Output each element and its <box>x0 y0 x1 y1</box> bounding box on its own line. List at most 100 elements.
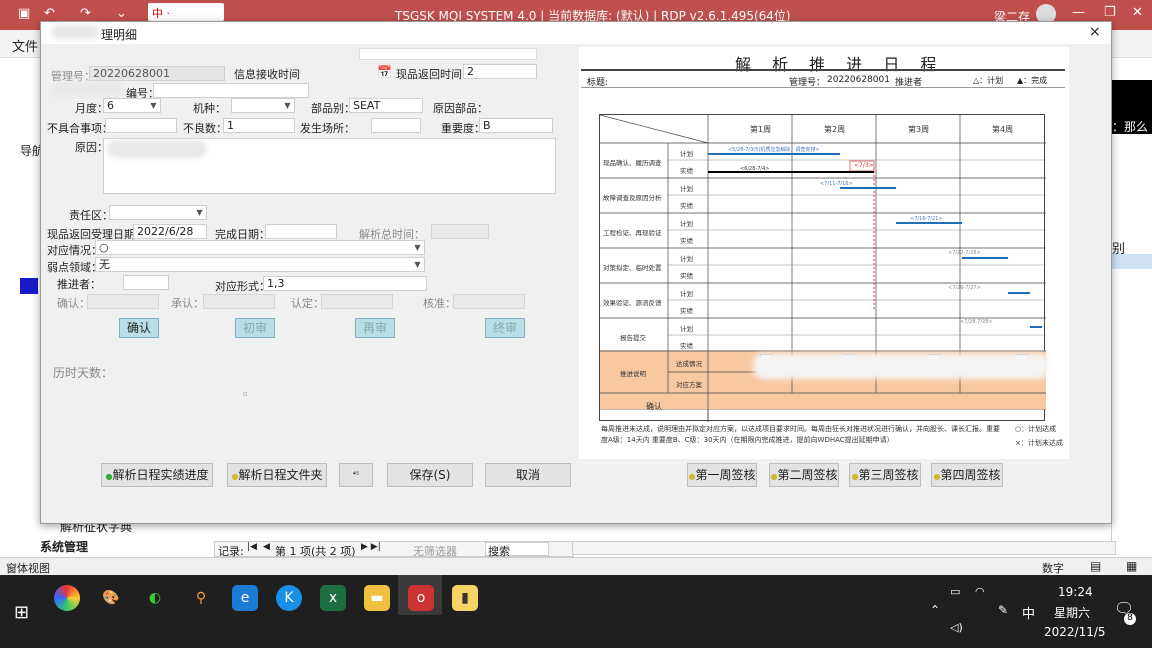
number-field[interactable] <box>153 83 309 98</box>
undo-icon[interactable]: ↶ <box>44 6 55 21</box>
response-select[interactable]: ○ ▼ <box>95 240 425 255</box>
close-icon[interactable]: ✕ <box>1132 5 1143 20</box>
days-label: 历时天数： <box>53 366 114 380</box>
response-form-field[interactable]: 1,3 <box>263 276 427 291</box>
notes-icon[interactable]: ▮ <box>452 585 478 611</box>
nonconform-field[interactable] <box>105 118 177 133</box>
horizontal-scrollbar[interactable] <box>572 541 1116 555</box>
edge-icon[interactable]: e <box>232 585 258 611</box>
certify-label: 认定： <box>291 297 324 310</box>
tray-expand-icon[interactable]: ⌃ <box>930 603 940 617</box>
plan-label-3: 计划 <box>680 220 693 228</box>
bar-label-3: <6/28-7/4> <box>740 166 770 172</box>
folder-icon[interactable]: ▬ <box>364 585 390 611</box>
restore-icon[interactable]: ❐ <box>1104 5 1116 20</box>
plan-label-5: 计划 <box>680 290 693 298</box>
location-field[interactable] <box>371 118 421 133</box>
chevron-down-icon[interactable]: ⌄ <box>116 6 127 21</box>
progress-button[interactable]: ●解析日程实绩进度 <box>101 463 213 487</box>
k-app-icon[interactable]: K <box>276 585 302 611</box>
actual-label-1: 实绩 <box>680 167 693 175</box>
chevron-down-icon[interactable]: ▼ <box>147 99 160 112</box>
excel-icon[interactable]: x <box>320 585 346 611</box>
tree-item-system[interactable]: 系统管理 <box>40 538 88 555</box>
start-icon[interactable]: ⊞ <box>14 602 29 623</box>
redacted-response <box>753 353 1049 379</box>
folder-button-label: 解析日程文件夹 <box>238 468 323 482</box>
analysis-time-field <box>431 224 489 239</box>
defect-count-label: 不良数： <box>183 122 227 135</box>
redacted-number <box>51 82 123 96</box>
access-icon[interactable]: o <box>408 585 434 611</box>
week2-signoff-button[interactable]: ●第二周签核 <box>769 463 839 487</box>
next-record-icon[interactable]: ▶ ▶| <box>361 542 381 552</box>
week3-signoff-button[interactable]: ●第三周签核 <box>849 463 921 487</box>
browser-icon[interactable] <box>54 585 80 611</box>
confirm-step-button[interactable]: 确认 <box>119 318 159 338</box>
month-select[interactable]: 6 ▼ <box>103 98 161 113</box>
redo-icon[interactable]: ↷ <box>80 6 91 21</box>
paint-icon[interactable]: 🎨 <box>98 585 124 611</box>
folder-button[interactable]: ●解析日程文件夹 <box>227 463 327 487</box>
title-rule <box>581 69 1065 71</box>
dept-field[interactable]: SEAT <box>349 98 423 113</box>
form-view-icon[interactable]: ▤ <box>1090 559 1101 573</box>
minimize-icon[interactable]: — <box>1072 5 1085 20</box>
legend-reached: ○：计划达成 <box>1015 425 1057 433</box>
menu-file[interactable]: 文件 <box>12 36 38 55</box>
save-icon[interactable]: ▣ <box>18 6 30 21</box>
detail-dialog: 理明细 × 管理号： 20220628001 信息接收时间 📅 现品返回时间： … <box>40 21 1112 524</box>
bar-label-2: <7/3> <box>854 162 874 169</box>
weak-select[interactable]: 无 ▼ <box>95 257 425 272</box>
search-icon[interactable]: ⚲ <box>188 585 214 611</box>
week4-signoff-button[interactable]: ●第四周签核 <box>931 463 1003 487</box>
model-select[interactable]: ▼ <box>231 98 295 113</box>
ime-indicator[interactable]: 中 <box>1022 603 1035 622</box>
chevron-down-icon[interactable]: ▼ <box>411 241 424 254</box>
first-review-button[interactable]: 初审 <box>235 318 275 338</box>
week1-signoff-button[interactable]: ●第一周签核 <box>687 463 757 487</box>
plan-bar-1 <box>708 153 840 155</box>
prev-record-icon[interactable]: ◀ <box>263 542 270 552</box>
layout-view-icon[interactable]: ▦ <box>1126 559 1137 573</box>
clock-weekday: 星期六 <box>1054 606 1091 620</box>
final-review-button[interactable]: 终审 <box>485 318 525 338</box>
second-review-button[interactable]: 再审 <box>355 318 395 338</box>
save-button[interactable]: 保存(S) <box>387 463 473 487</box>
week-4-header: 第4周 <box>992 125 1014 134</box>
accept-date-field[interactable]: 2022/6/28 <box>133 224 207 239</box>
ime-toolbar[interactable]: 中 · <box>148 3 224 21</box>
chevron-down-icon[interactable]: ▼ <box>281 99 294 112</box>
first-record-icon[interactable]: |◀ <box>247 542 257 552</box>
response-plan-label: 对应方案 <box>676 381 702 389</box>
pen-icon[interactable]: ✎ <box>998 603 1008 617</box>
promoter-field[interactable] <box>123 275 169 290</box>
responsibility-select[interactable]: ▼ <box>109 205 207 220</box>
actual-label-2: 实绩 <box>680 202 693 210</box>
week2-signoff-label: 第二周签核 <box>777 468 838 482</box>
plan-bar-4 <box>962 257 1008 259</box>
calendar-icon[interactable]: 📅 <box>377 65 392 79</box>
certify-field <box>321 294 393 309</box>
right-selected-row[interactable] <box>1112 254 1152 269</box>
complete-date-field[interactable] <box>265 224 337 239</box>
small-button[interactable]: ⁴⁵ <box>339 463 373 487</box>
record-search[interactable]: 搜索 <box>485 542 549 558</box>
bar-label-7: <7/26-7/27> <box>948 285 981 291</box>
dialog-close-button[interactable]: × <box>1089 24 1101 40</box>
chevron-down-icon[interactable]: ▼ <box>411 258 424 271</box>
volume-icon[interactable]: ◁) <box>950 621 963 634</box>
defect-count-field[interactable]: 1 <box>223 118 295 133</box>
schedule-mgmt-no: 20220628001 <box>827 75 890 85</box>
hidden-field[interactable] <box>359 48 537 60</box>
chevron-down-icon[interactable]: ▼ <box>193 206 206 219</box>
right-panel: 别 <box>1111 134 1152 554</box>
importance-field[interactable]: B <box>479 118 553 133</box>
clock-date: 2022/11/5 <box>1044 625 1106 639</box>
return-time-field[interactable]: 2 <box>463 64 537 79</box>
wechat-icon[interactable]: ◐ <box>142 585 168 611</box>
mgmt-no-field[interactable]: 20220628001 <box>89 66 225 81</box>
cancel-button[interactable]: 取消 <box>485 463 571 487</box>
legend-not-reached: ×：计划未达成 <box>1015 439 1063 447</box>
bar-label-5: <7/16-7/21> <box>910 216 943 222</box>
